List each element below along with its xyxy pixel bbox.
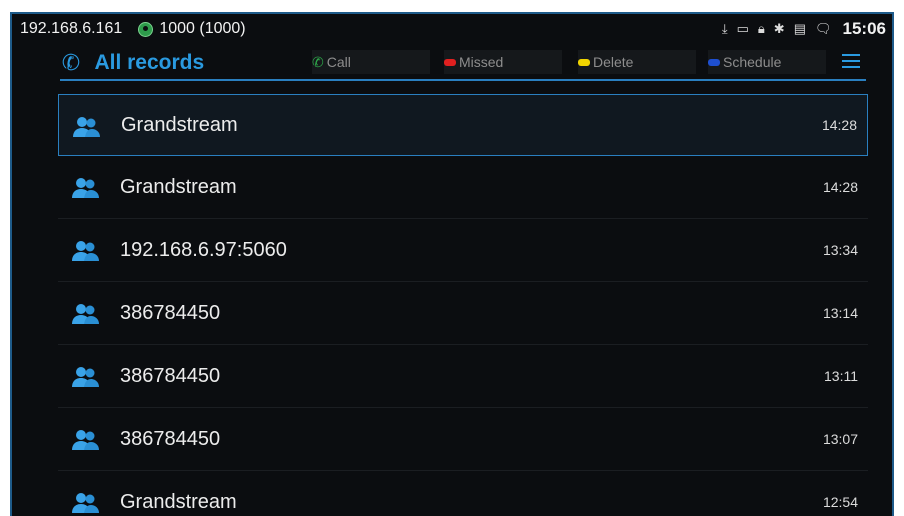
record-name: Grandstream [120, 175, 237, 198]
page-title: All records [94, 51, 205, 74]
record-row[interactable]: Grandstream 12:54 [58, 471, 868, 516]
schedule-button-label: Schedule [723, 54, 782, 70]
message-icon: 🗨︎ [815, 21, 832, 36]
contacts-icon [72, 367, 99, 387]
sim-icon: ▤ [793, 21, 806, 36]
contacts-icon [72, 430, 99, 450]
record-name: Grandstream [120, 490, 237, 513]
screen-icon: ▭ [736, 21, 749, 36]
download-icon: ⤓ [721, 21, 728, 36]
contacts-icon [72, 178, 99, 198]
record-name: 192.168.6.97:5060 [120, 238, 287, 261]
ip-address: 192.168.6.161 [20, 20, 123, 37]
delete-button[interactable]: Delete [578, 50, 696, 74]
call-button-label: Call [326, 54, 351, 70]
call-button[interactable]: ✆ Call [312, 50, 430, 74]
account-label: 1000 (1000) [159, 20, 246, 37]
delete-button-label: Delete [593, 54, 634, 70]
record-row[interactable]: 192.168.6.97:5060 13:34 [58, 219, 868, 282]
record-row[interactable]: Grandstream 14:28 [58, 156, 868, 219]
yellow-key-icon [578, 58, 590, 66]
record-time: 13:07 [822, 431, 858, 447]
contacts-icon [72, 241, 99, 261]
record-row[interactable]: 386784450 13:11 [58, 345, 868, 408]
record-name: 386784450 [120, 364, 221, 387]
clock: 15:06 [842, 19, 886, 38]
record-time: 13:11 [824, 368, 858, 384]
toolbar: ✆ All records ✆ Call Missed Delete Sched… [12, 44, 892, 82]
lock-icon: 🔒︎ [757, 21, 765, 36]
call-history-icon: ✆ [59, 48, 83, 77]
record-time: 14:28 [822, 179, 858, 195]
phone-screen: 192.168.6.161 1000 (1000) ⤓ ▭ 🔒︎ ✱ ▤ 🗨︎ … [10, 12, 894, 516]
record-row[interactable]: 386784450 13:14 [58, 282, 868, 345]
account-icon [138, 21, 154, 37]
record-time: 13:34 [822, 242, 858, 258]
bluetooth-icon: ✱ [773, 21, 785, 36]
record-row[interactable]: 386784450 13:07 [58, 408, 868, 471]
record-row[interactable]: Grandstream 14:28 [58, 94, 868, 156]
record-name: Grandstream [121, 113, 238, 136]
schedule-button[interactable]: Schedule [708, 50, 826, 74]
phone-icon: ✆ [312, 53, 324, 70]
red-key-icon [444, 58, 456, 66]
missed-button-label: Missed [459, 54, 504, 70]
status-icons: ⤓ ▭ 🔒︎ ✱ ▤ 🗨︎ 15:06 [722, 14, 886, 44]
status-bar: 192.168.6.161 1000 (1000) ⤓ ▭ 🔒︎ ✱ ▤ 🗨︎ … [12, 14, 892, 44]
menu-icon[interactable] [842, 54, 860, 68]
record-name: 386784450 [120, 301, 221, 324]
contacts-icon [72, 304, 99, 324]
contacts-icon [73, 117, 100, 137]
record-time: 14:28 [821, 117, 857, 133]
missed-button[interactable]: Missed [444, 50, 562, 74]
record-name: 386784450 [120, 427, 221, 450]
record-time: 12:54 [822, 494, 858, 510]
call-records-list[interactable]: Grandstream 14:28 Grandstream 14:28 192.… [58, 94, 868, 516]
record-time: 13:14 [822, 305, 858, 321]
contacts-icon [72, 493, 99, 513]
title-underline [60, 79, 866, 81]
blue-key-icon [708, 58, 720, 66]
page-title-area: ✆ All records [59, 44, 205, 82]
